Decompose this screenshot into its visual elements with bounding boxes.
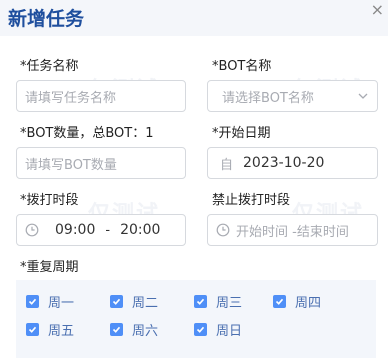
checkbox-mon[interactable]: 周一: [26, 292, 74, 311]
start-date-value: 2023-10-20: [243, 155, 325, 171]
checkbox-label: 周三: [216, 296, 243, 311]
checkbox-label: 周四: [295, 296, 322, 311]
repeat-label: *重复周期: [20, 260, 79, 275]
dial-period-end: 20:00: [120, 222, 161, 238]
bot-name-select[interactable]: 请选择BOT名称: [207, 80, 378, 112]
checkbox-thu[interactable]: 周四: [273, 292, 321, 311]
clock-icon: [25, 223, 39, 237]
checkbox-sat[interactable]: 周六: [110, 320, 158, 339]
forbid-period-placeholder: 开始时间 -结束时间: [236, 224, 349, 240]
forbid-period-label: 禁止拨打时段: [212, 193, 291, 208]
checkbox-checked-icon: [26, 295, 39, 308]
start-date-picker[interactable]: 自 2023-10-20: [207, 147, 378, 179]
bot-name-label: *BOT名称: [212, 59, 272, 74]
dialog-title: 新增任务: [8, 8, 85, 30]
checkbox-checked-icon: [26, 323, 39, 336]
bot-count-placeholder: 请填写BOT数量: [25, 157, 117, 173]
dial-period-label: *拨打时段: [20, 193, 79, 208]
bot-name-placeholder: 请选择BOT名称: [222, 90, 314, 106]
checkbox-label: 周二: [132, 296, 159, 311]
dial-period-range[interactable]: 09:00 - 20:00: [16, 214, 186, 246]
chevron-down-icon: [358, 93, 368, 99]
task-name-placeholder: 请填写任务名称: [25, 90, 117, 106]
checkbox-checked-icon: [194, 323, 207, 336]
bot-count-input[interactable]: 请填写BOT数量: [16, 147, 186, 179]
checkbox-label: 周五: [48, 324, 75, 339]
checkbox-fri[interactable]: 周五: [26, 320, 74, 339]
close-icon[interactable]: ×: [371, 0, 384, 19]
checkbox-checked-icon: [110, 295, 123, 308]
dial-period-separator: -: [105, 222, 111, 238]
checkbox-checked-icon: [110, 323, 123, 336]
start-date-label: *开始日期: [212, 126, 271, 141]
dial-period-start: 09:00: [55, 222, 96, 238]
forbid-period-range[interactable]: 开始时间 -结束时间: [207, 214, 378, 246]
checkbox-label: 周日: [216, 324, 243, 339]
bot-count-label: *BOT数量，总BOT：1: [20, 126, 154, 141]
task-name-label: *任务名称: [20, 59, 79, 74]
checkbox-sun[interactable]: 周日: [194, 320, 242, 339]
clock-icon: [216, 223, 230, 237]
start-date-prefix: 自: [220, 157, 234, 173]
checkbox-label: 周六: [132, 324, 159, 339]
task-name-input[interactable]: 请填写任务名称: [16, 80, 186, 112]
checkbox-checked-icon: [273, 295, 286, 308]
checkbox-checked-icon: [194, 295, 207, 308]
checkbox-tue[interactable]: 周二: [110, 292, 158, 311]
checkbox-wed[interactable]: 周三: [194, 292, 242, 311]
dialog-header: 新增任务 ×: [0, 0, 388, 36]
checkbox-label: 周一: [48, 296, 75, 311]
